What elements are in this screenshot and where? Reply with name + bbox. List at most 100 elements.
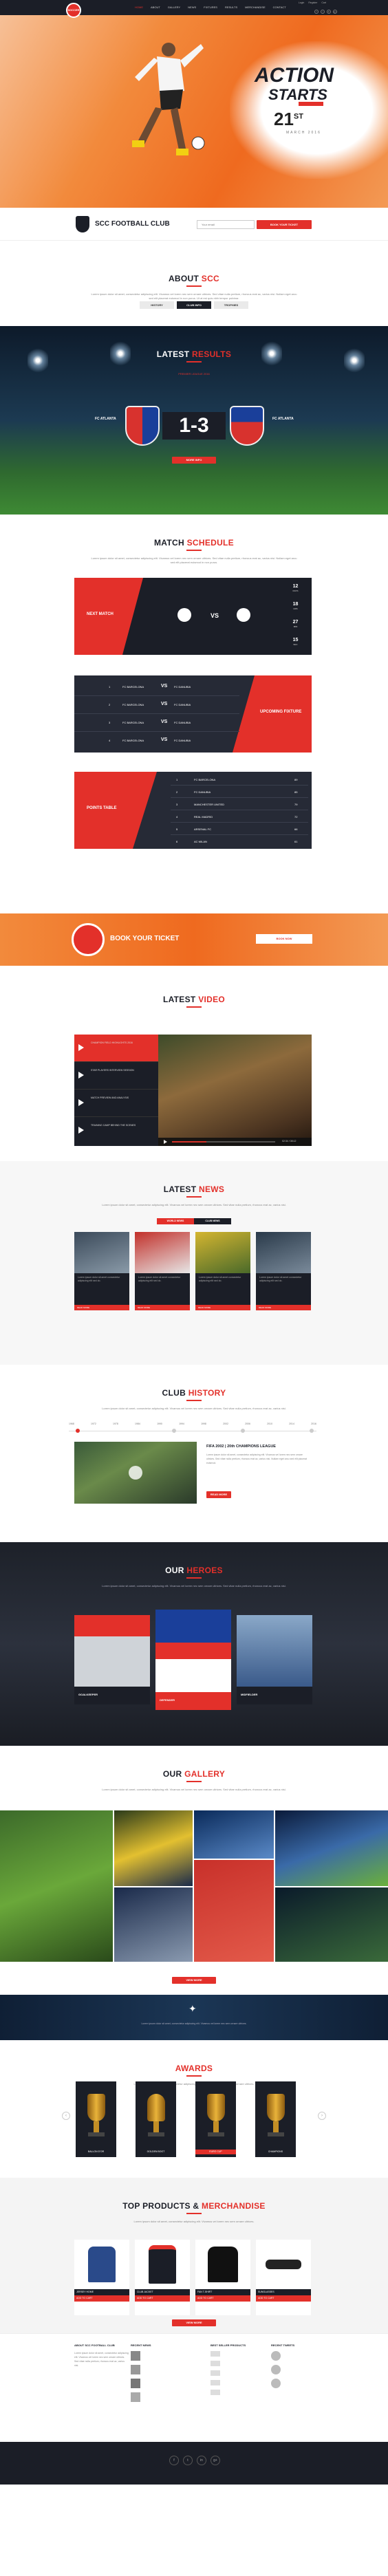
googleplus-icon[interactable]: g+	[211, 2456, 220, 2465]
fixture-row[interactable]: 2 FC BARCELONA VS FC DANUBIA	[74, 696, 239, 714]
timeline-year[interactable]: 1972	[91, 1422, 96, 1425]
news-card[interactable]: Lorem ipsum dolor sit amet consectetur a…	[74, 1232, 129, 1310]
tab-history[interactable]: History	[140, 301, 174, 309]
tab-club-info[interactable]: Club Info	[177, 301, 211, 309]
video-list-item[interactable]: TRAINING CAMP BEHIND THE SCENES	[74, 1117, 158, 1145]
timeline-year[interactable]: 2016	[311, 1422, 316, 1425]
menu-item-about[interactable]: About	[151, 6, 160, 9]
timeline-year[interactable]: 2014	[289, 1422, 294, 1425]
timeline-dot[interactable]	[172, 1429, 176, 1433]
timeline-year[interactable]: 1968	[69, 1422, 74, 1425]
tab-club-news[interactable]: Club News	[194, 1218, 231, 1224]
news-card[interactable]: Lorem ipsum dolor sit amet consectetur a…	[256, 1232, 311, 1310]
timeline-year[interactable]: 1994	[179, 1422, 184, 1425]
player-card[interactable]: GOALKEEPER	[74, 1615, 150, 1704]
facebook-icon[interactable]: f	[169, 2456, 179, 2465]
gallery-image[interactable]	[275, 1887, 388, 1962]
award-card[interactable]: GOLDEN BOOT	[136, 2081, 176, 2157]
product-thumbnail[interactable]	[211, 2390, 220, 2395]
menu-item-home[interactable]: Home	[135, 6, 143, 9]
facebook-icon[interactable]: f	[314, 10, 319, 14]
product-thumbnail[interactable]	[211, 2351, 220, 2357]
news-card[interactable]: Lorem ipsum dolor sit amet consectetur a…	[135, 1232, 190, 1310]
club-logo[interactable]: SOCCER	[66, 3, 81, 18]
gallery-image[interactable]	[275, 1810, 388, 1886]
video-player[interactable]	[158, 1035, 312, 1146]
timeline-year[interactable]: 1998	[201, 1422, 206, 1425]
awards-prev-arrow-icon[interactable]: ‹	[62, 2112, 70, 2120]
news-thumbnail[interactable]	[131, 2392, 140, 2402]
news-thumbnail[interactable]	[131, 2351, 140, 2361]
read-more-link[interactable]: READ MORE	[195, 1305, 250, 1310]
product-card[interactable]: FAN T-SHIRT ADD TO CART	[195, 2240, 250, 2315]
gallery-view-more-button[interactable]: VIEW MORE	[172, 1977, 216, 1984]
add-to-cart-button[interactable]: ADD TO CART	[135, 2295, 190, 2302]
menu-item-fixtures[interactable]: Fixtures	[204, 6, 217, 9]
award-card[interactable]: BALLON D'OR	[76, 2081, 116, 2157]
menu-item-contact[interactable]: Contact	[273, 6, 286, 9]
play-icon[interactable]	[129, 1466, 142, 1480]
news-card[interactable]: Lorem ipsum dolor sit amet consectetur a…	[195, 1232, 250, 1310]
products-view-more-button[interactable]: VIEW MORE	[172, 2319, 216, 2326]
linkedin-icon[interactable]: in	[197, 2456, 206, 2465]
timeline-year[interactable]: 2002	[223, 1422, 228, 1425]
read-more-link[interactable]: READ MORE	[256, 1305, 311, 1310]
book-now-button[interactable]: BOOK NOW	[256, 934, 312, 944]
product-thumbnail[interactable]	[211, 2370, 220, 2376]
results-more-button[interactable]: MORE INFO	[172, 457, 216, 464]
read-more-link[interactable]: READ MORE	[74, 1305, 129, 1310]
timeline-dot[interactable]	[310, 1429, 314, 1433]
timeline-year[interactable]: 2006	[245, 1422, 250, 1425]
twitter-icon[interactable]: t	[183, 2456, 193, 2465]
award-card[interactable]: EURO CUP	[195, 2081, 236, 2157]
menu-item-gallery[interactable]: Gallery	[168, 6, 180, 9]
player-card[interactable]: MIDFIELDER	[237, 1615, 312, 1704]
timeline-year[interactable]: 1978	[113, 1422, 118, 1425]
menu-item-results[interactable]: Results	[225, 6, 237, 9]
news-thumbnail[interactable]	[131, 2365, 140, 2374]
googleplus-icon[interactable]: g+	[333, 10, 337, 14]
product-thumbnail[interactable]	[211, 2361, 220, 2366]
cart-link[interactable]: Cart	[321, 1, 326, 4]
product-thumbnail[interactable]	[211, 2380, 220, 2385]
play-icon[interactable]	[164, 1140, 167, 1144]
timeline-year[interactable]: 1990	[157, 1422, 162, 1425]
news-thumbnail[interactable]	[131, 2379, 140, 2388]
player-card[interactable]: DEFENDER	[155, 1610, 231, 1710]
add-to-cart-button[interactable]: ADD TO CART	[256, 2295, 311, 2302]
gallery-image[interactable]	[194, 1860, 274, 1962]
fixture-row[interactable]: 4 FC BARCELONA VS FC DANUBIA	[74, 732, 239, 750]
add-to-cart-button[interactable]: ADD TO CART	[74, 2295, 129, 2302]
tab-world-news[interactable]: World News	[157, 1218, 194, 1224]
video-controls[interactable]: 02:34 / 08:12	[158, 1138, 312, 1146]
fixture-row[interactable]: 1 FC BARCELONA VS FC DANUBIA	[74, 678, 239, 696]
twitter-icon[interactable]: t	[321, 10, 325, 14]
product-card[interactable]: SUNGLASSES ADD TO CART	[256, 2240, 311, 2315]
gallery-image[interactable]	[114, 1810, 193, 1886]
timeline-year[interactable]: 2010	[267, 1422, 272, 1425]
award-card[interactable]: CHAMPIONS	[255, 2081, 296, 2157]
gallery-image[interactable]	[0, 1810, 113, 1962]
video-list-item[interactable]: MATCH PREVIEW AND ANALYSIS	[74, 1090, 158, 1117]
video-list-item[interactable]: CHAMPION FIELD HIGHLIGHTS 2016	[74, 1035, 158, 1062]
product-card[interactable]: JERSEY HOME ADD TO CART	[74, 2240, 129, 2315]
menu-item-news[interactable]: News	[188, 6, 196, 9]
history-read-more-button[interactable]: READ MORE	[206, 1491, 231, 1498]
fixture-row[interactable]: 3 FC BARCELONA VS FC DANUBIA	[74, 714, 239, 732]
awards-next-arrow-icon[interactable]: ›	[318, 2112, 326, 2120]
read-more-link[interactable]: READ MORE	[135, 1305, 190, 1310]
product-card[interactable]: CLUB JACKET ADD TO CART	[135, 2240, 190, 2315]
book-ticket-button[interactable]: BOOK YOUR TICKET	[257, 220, 312, 229]
menu-item-merchandise[interactable]: Merchandise	[245, 6, 266, 9]
register-link[interactable]: Register	[308, 1, 317, 4]
timeline-dot[interactable]	[76, 1429, 80, 1433]
timeline-year[interactable]: 1984	[135, 1422, 140, 1425]
gallery-image[interactable]	[114, 1887, 193, 1962]
email-input[interactable]: Your email	[197, 220, 255, 229]
history-video-thumbnail[interactable]	[74, 1442, 197, 1504]
login-link[interactable]: Login	[299, 1, 305, 4]
tab-trophies[interactable]: Trophies	[214, 301, 248, 309]
gallery-image[interactable]	[194, 1810, 274, 1859]
video-list-item[interactable]: STAR PLAYERS INTERVIEW SESSION	[74, 1062, 158, 1090]
add-to-cart-button[interactable]: ADD TO CART	[195, 2295, 250, 2302]
